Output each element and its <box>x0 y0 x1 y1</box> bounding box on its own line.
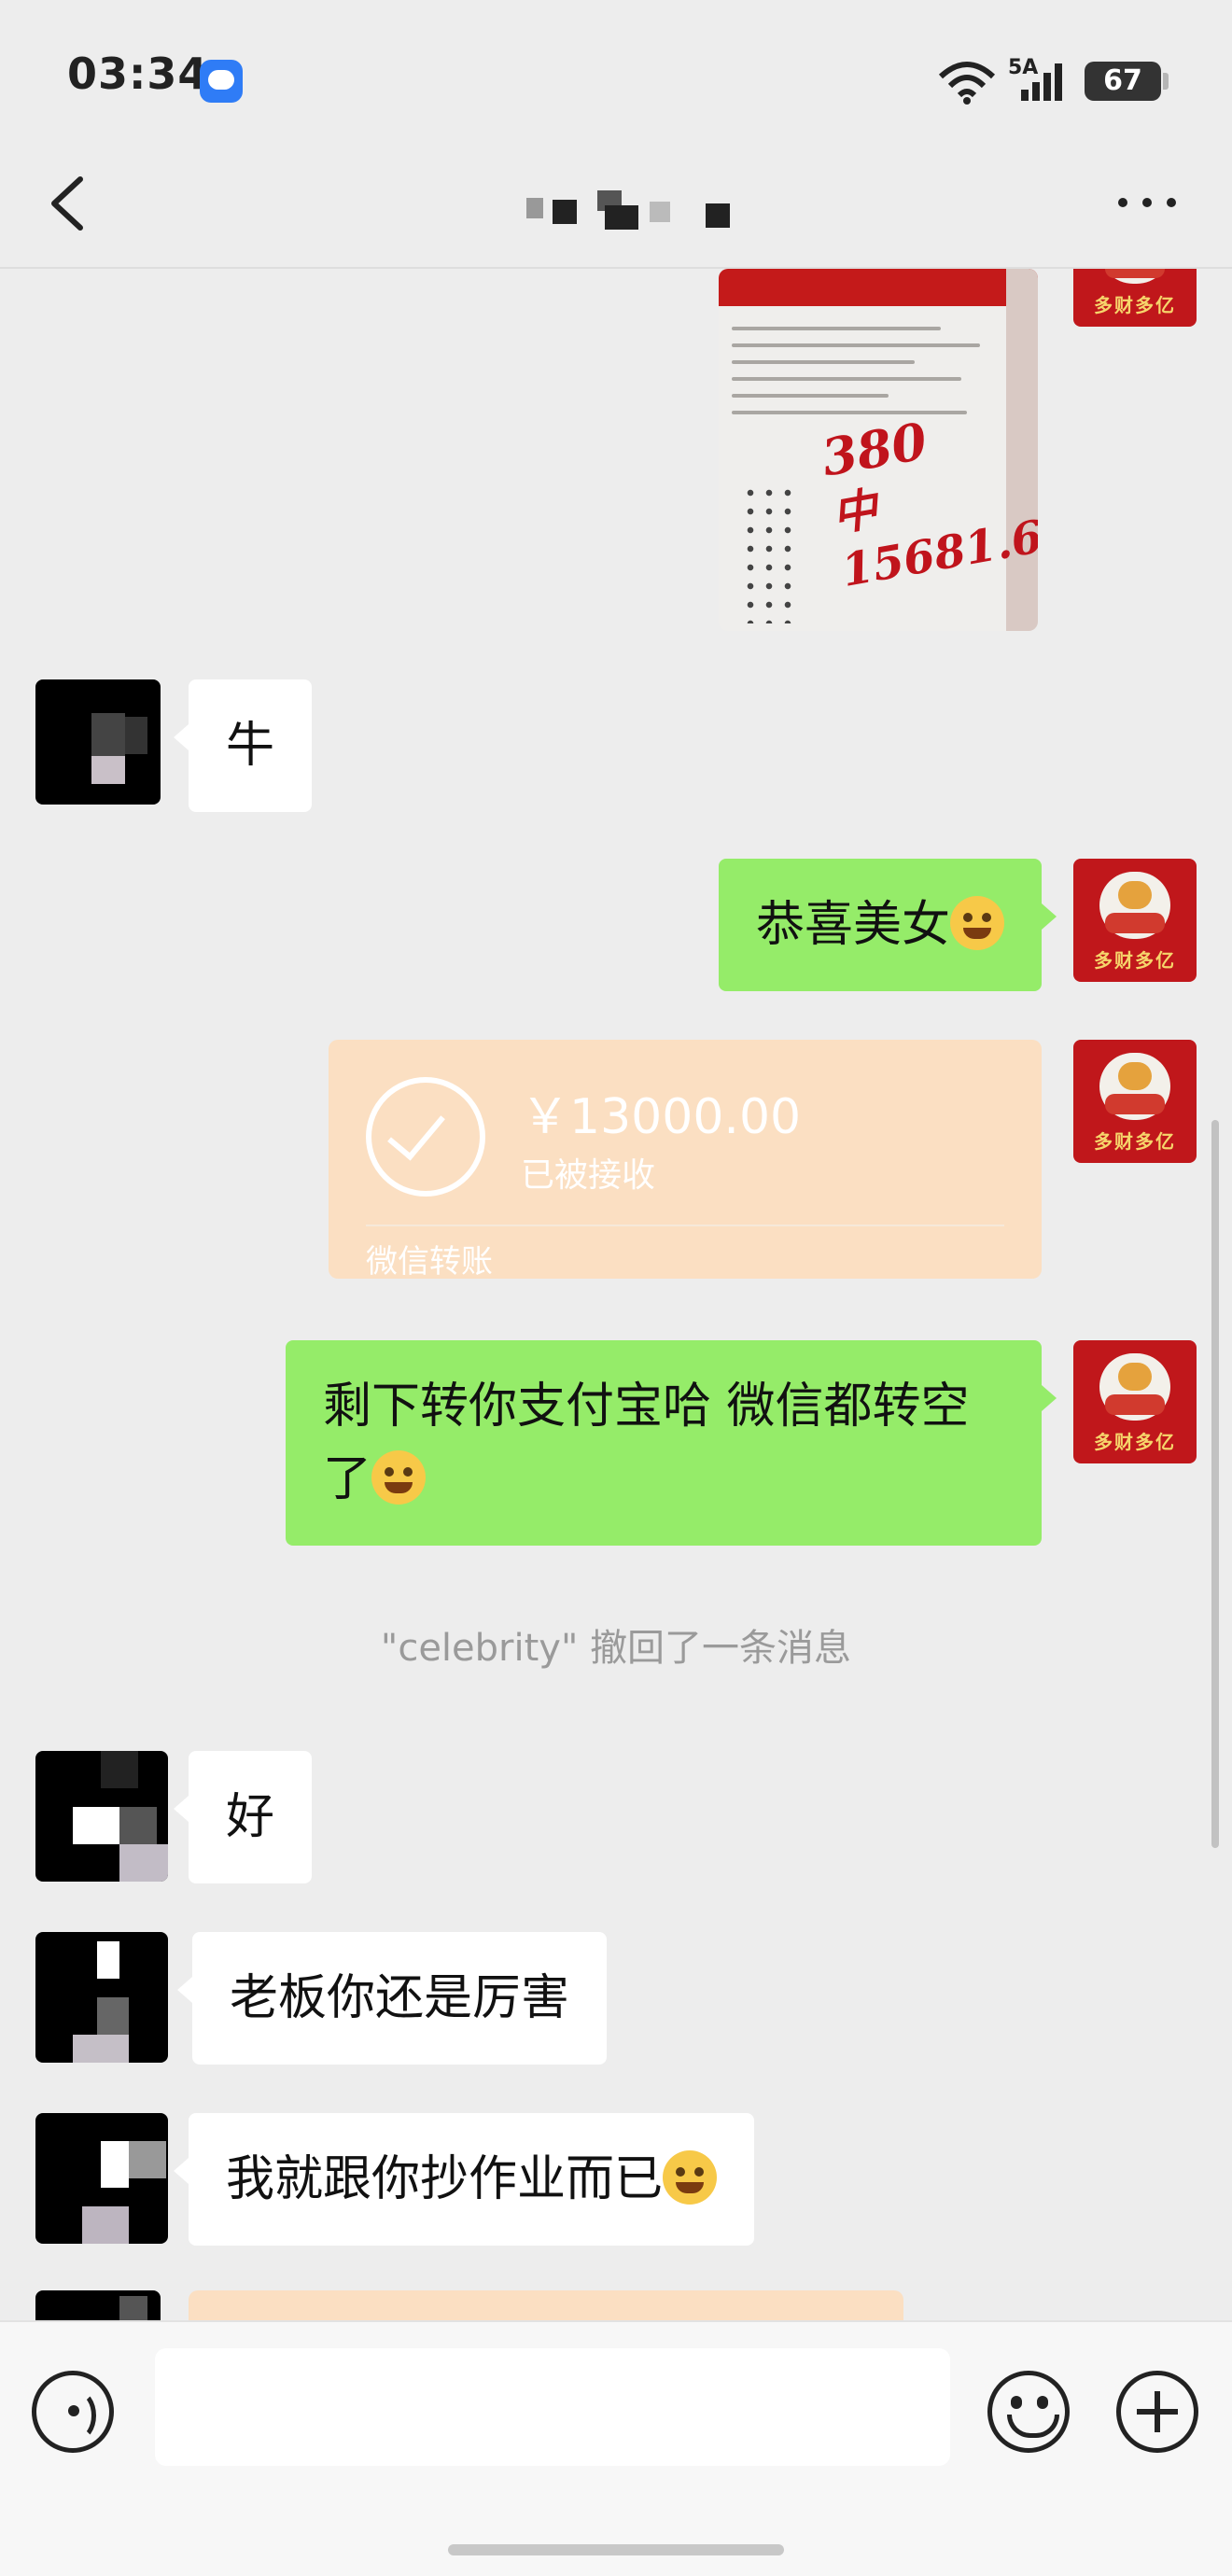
ticket-red-header <box>719 269 1038 306</box>
my-avatar-caption: 多财多亿 <box>1094 1431 1176 1453</box>
check-circle-icon <box>366 1077 485 1197</box>
recalled-message-notice: "celebrity" 撤回了一条消息 <box>380 1627 852 1670</box>
chat-title-redacted <box>519 187 734 230</box>
mascot-icon <box>1099 1053 1170 1120</box>
incoming-message-bubble[interactable]: 我就跟你抄作业而已 <box>173 2113 755 2246</box>
blush-emoji-icon <box>950 896 1004 950</box>
outgoing-message-bubble[interactable]: 剩下转你支付宝哈 微信都转空了 <box>286 1340 1057 1546</box>
incoming-message-bubble[interactable]: 好 <box>173 1751 313 1883</box>
transfer-amount: ￥13000.00 <box>521 1089 802 1145</box>
transfer-card-partial[interactable] <box>189 2290 903 2320</box>
my-avatar-caption: 多财多亿 <box>1094 949 1176 972</box>
wechat-transfer-card[interactable]: ￥13000.00 已被接收 微信转账 <box>329 1040 1042 1279</box>
voice-input-icon[interactable] <box>32 2371 114 2453</box>
mascot-icon <box>1099 1353 1170 1421</box>
back-chevron-icon[interactable] <box>43 174 93 233</box>
incoming-message-bubble[interactable]: 牛 <box>173 679 313 812</box>
chat-message-list[interactable]: 380 中15681.6 多财多亿 牛 恭喜美女 多财多亿 多财多亿 剩下转你支… <box>0 269 1232 2320</box>
message-notification-icon <box>200 60 243 103</box>
message-text: 恭喜美女 <box>755 897 950 953</box>
transfer-divider <box>366 1225 1004 1226</box>
transfer-label: 微信转账 <box>366 1243 493 1279</box>
emoji-face-icon[interactable] <box>987 2371 1070 2453</box>
contact-avatar-pixelated[interactable] <box>35 679 161 805</box>
transfer-status: 已被接收 <box>521 1156 656 1195</box>
message-input[interactable] <box>155 2348 950 2466</box>
lottery-ticket-image[interactable]: 380 中15681.6 <box>719 269 1038 631</box>
crying-laughing-emoji-icon <box>371 1450 427 1505</box>
status-bar: 03:34 5A 67 <box>0 0 1232 159</box>
message-text: 我就跟你抄作业而已 <box>226 2151 664 2207</box>
incoming-message-bubble[interactable]: 老板你还是厉害 <box>176 1932 608 2065</box>
my-avatar-caption: 多财多亿 <box>1094 1130 1176 1153</box>
chat-scrollbar[interactable] <box>1211 1120 1219 1848</box>
message-text: 好 <box>226 1789 275 1845</box>
battery-tip <box>1163 73 1169 90</box>
my-avatar[interactable]: 多财多亿 <box>1073 1040 1197 1163</box>
home-indicator[interactable] <box>448 2544 784 2555</box>
more-options-icon[interactable] <box>1116 189 1178 215</box>
mascot-icon <box>1099 872 1170 939</box>
grinning-emoji-icon <box>663 2150 718 2205</box>
plus-icon[interactable] <box>1116 2371 1198 2453</box>
ticket-barcode-dots <box>741 483 797 623</box>
my-avatar[interactable]: 多财多亿 <box>1073 859 1197 982</box>
contact-avatar-pixelated[interactable] <box>35 2290 161 2320</box>
battery-icon: 67 <box>1085 62 1161 101</box>
my-avatar-caption: 多财多亿 <box>1094 294 1176 316</box>
input-bar <box>0 2320 1232 2576</box>
mascot-icon <box>1099 269 1170 284</box>
ticket-handwriting: 380 中15681.6 <box>818 392 1038 599</box>
message-text: 牛 <box>226 718 275 774</box>
my-avatar[interactable]: 多财多亿 <box>1073 269 1197 327</box>
contact-avatar-pixelated[interactable] <box>35 2113 168 2244</box>
contact-avatar-pixelated[interactable] <box>35 1751 168 1882</box>
wifi-icon <box>938 62 996 105</box>
signal-strength-icon <box>1021 63 1062 101</box>
message-text: 老板你还是厉害 <box>230 1970 570 2026</box>
contact-avatar-pixelated[interactable] <box>35 1932 168 2063</box>
my-avatar[interactable]: 多财多亿 <box>1073 1340 1197 1463</box>
outgoing-message-bubble[interactable]: 恭喜美女 <box>718 859 1057 991</box>
status-time: 03:34 <box>67 49 209 99</box>
